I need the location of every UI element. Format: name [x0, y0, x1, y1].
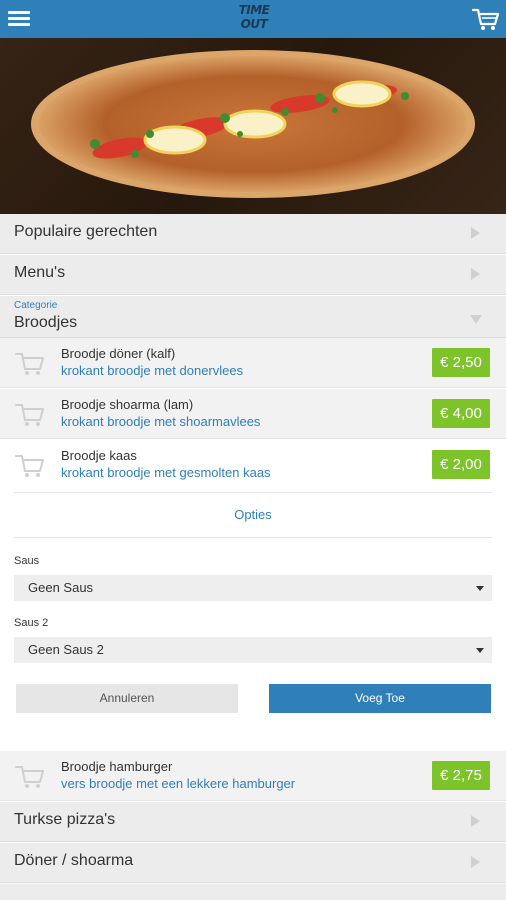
- price-badge[interactable]: € 2,00: [432, 450, 490, 479]
- section-menus[interactable]: Menu's: [0, 255, 506, 295]
- saus-label: Saus: [14, 555, 40, 567]
- product-name: Broodje kaas: [61, 448, 137, 463]
- product-row[interactable]: Broodje hamburger vers broodje met een l…: [0, 751, 506, 801]
- section-label: Menu's: [14, 264, 66, 281]
- cart-icon: [15, 404, 44, 426]
- shopping-cart-icon[interactable]: [471, 6, 500, 32]
- product-row[interactable]: Broodje kaas krokant broodje met gesmolt…: [0, 440, 506, 490]
- cart-icon: [15, 353, 44, 375]
- section-turkse-pizzas[interactable]: Turkse pizza's: [0, 802, 506, 842]
- category-caption: Categorie: [14, 300, 58, 311]
- section-populaire-gerechten[interactable]: Populaire gerechten: [0, 214, 506, 254]
- hamburger-icon[interactable]: [8, 9, 32, 29]
- category-broodjes[interactable]: Categorie Broodjes: [0, 296, 506, 338]
- product-description: krokant broodje met gesmolten kaas: [61, 465, 271, 480]
- chevron-right-icon: [471, 815, 480, 827]
- category-label: Broodjes: [14, 314, 78, 331]
- cart-icon: [15, 455, 44, 477]
- product-description: krokant broodje met shoarmavlees: [61, 414, 261, 429]
- price-badge[interactable]: € 2,50: [432, 348, 490, 377]
- section-label: Populaire gerechten: [14, 223, 158, 240]
- product-name: Broodje hamburger: [61, 759, 173, 774]
- section-next-partial[interactable]: [0, 884, 506, 900]
- top-bar: TIME OUT: [0, 0, 506, 38]
- app: TIME OUT Populaire gerechten Menu's Cate…: [0, 0, 506, 900]
- price-badge[interactable]: € 4,00: [432, 399, 490, 428]
- banner-image: [0, 38, 506, 214]
- section-doner-shoarma[interactable]: Döner / shoarma: [0, 843, 506, 883]
- saus2-label: Saus 2: [14, 617, 49, 629]
- price-badge[interactable]: € 2,75: [432, 761, 490, 790]
- dropdown-caret-icon: [476, 648, 484, 653]
- product-row[interactable]: Broodje shoarma (lam) krokant broodje me…: [0, 389, 506, 439]
- product-name: Broodje döner (kalf): [61, 346, 176, 361]
- options-title: Opties: [14, 492, 492, 538]
- saus-select-value: Geen Saus: [28, 580, 94, 595]
- chevron-right-icon: [471, 268, 480, 280]
- logo-line-1: TIME: [238, 3, 270, 17]
- section-label: Döner / shoarma: [14, 852, 134, 869]
- saus2-select-value: Geen Saus 2: [28, 642, 104, 657]
- chevron-right-icon: [471, 227, 480, 239]
- dropdown-caret-icon: [476, 586, 484, 591]
- product-description: vers broodje met een lekkere hamburger: [61, 776, 296, 791]
- section-label: Turkse pizza's: [14, 811, 116, 828]
- logo-line-2: OUT: [240, 17, 268, 31]
- saus-select[interactable]: Geen Saus: [14, 575, 492, 601]
- add-button[interactable]: Voeg Toe: [269, 684, 491, 713]
- chevron-down-icon: [470, 315, 482, 324]
- product-description: krokant broodje met donervlees: [61, 363, 244, 378]
- product-name: Broodje shoarma (lam): [61, 397, 194, 412]
- cart-icon: [15, 766, 44, 788]
- cancel-button[interactable]: Annuleren: [16, 684, 238, 713]
- logo: TIME OUT: [226, 3, 282, 35]
- saus2-select[interactable]: Geen Saus 2: [14, 637, 492, 663]
- chevron-right-icon: [471, 856, 480, 868]
- product-row[interactable]: Broodje döner (kalf) krokant broodje met…: [0, 338, 506, 388]
